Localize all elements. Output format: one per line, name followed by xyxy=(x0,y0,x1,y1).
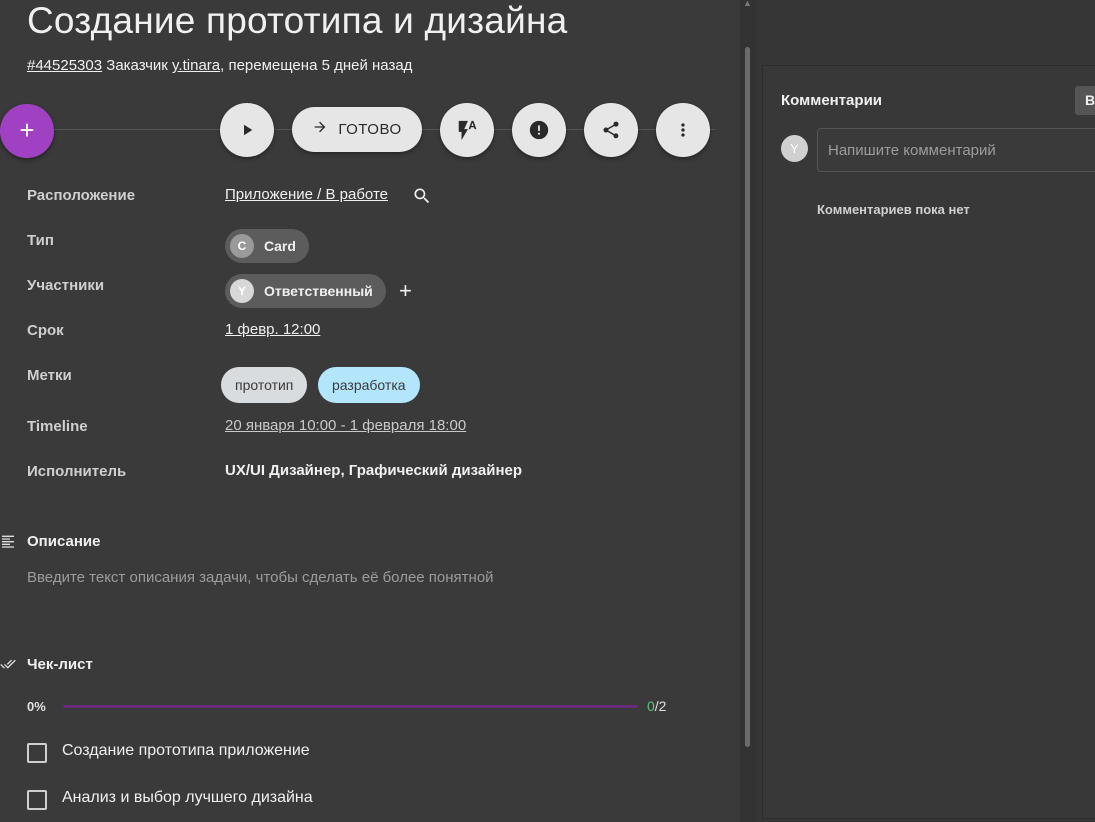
start-button[interactable] xyxy=(220,103,274,157)
checklist-checkbox[interactable] xyxy=(27,790,47,810)
checklist-percent: 0% xyxy=(27,699,46,714)
task-id-link[interactable]: #44525303 xyxy=(27,57,102,74)
flash-auto-icon xyxy=(458,120,477,141)
more-vert-icon xyxy=(681,123,685,137)
type-chip[interactable]: C Card xyxy=(225,229,309,263)
comment-input[interactable] xyxy=(817,128,1095,172)
member-chip-label: Ответственный xyxy=(264,283,373,299)
scroll-up-arrow-icon[interactable]: ▲ xyxy=(743,0,752,8)
priority-button[interactable] xyxy=(512,103,566,157)
deadline-link[interactable]: 1 февр. 12:00 xyxy=(225,321,320,338)
tags-label: Метки xyxy=(27,367,72,384)
checklist-checkbox[interactable] xyxy=(27,743,47,763)
members-label: Участники xyxy=(27,277,105,294)
checklist-progress-bar xyxy=(63,705,638,708)
tag-chip[interactable]: разработка xyxy=(318,367,420,403)
assignee-value[interactable]: UX/UI Дизайнер, Графический дизайнер xyxy=(225,462,522,479)
member-chip[interactable]: Y Ответственный xyxy=(225,274,386,308)
comments-title: Комментарии xyxy=(781,92,883,109)
done-button-label: ГОТОВО xyxy=(338,121,402,138)
alert-icon xyxy=(529,120,549,140)
checklist-title: Чек-лист xyxy=(27,656,93,673)
add-member-button[interactable]: + xyxy=(399,278,412,304)
description-title: Описание xyxy=(27,533,101,550)
customer-link[interactable]: y.tinara xyxy=(172,57,220,74)
location-link[interactable]: Приложение / В работе xyxy=(225,186,388,203)
checklist-item-label[interactable]: Анализ и выбор лучшего дизайна xyxy=(62,789,313,807)
search-icon[interactable] xyxy=(412,186,432,211)
subtitle-prefix: Заказчик xyxy=(102,57,173,74)
checklist-total: /2 xyxy=(654,698,667,714)
more-button[interactable] xyxy=(656,103,710,157)
deadline-label: Срок xyxy=(27,322,64,339)
type-chip-label: Card xyxy=(264,238,296,254)
subtitle-suffix: , перемещена 5 дней назад xyxy=(220,57,413,74)
task-subtitle: #44525303 Заказчик y.tinara, перемещена … xyxy=(27,57,412,74)
checklist-done-count: 0 xyxy=(647,698,655,714)
comments-toggle-button[interactable]: В xyxy=(1075,86,1095,115)
play-icon xyxy=(244,124,253,136)
assignee-label: Исполнитель xyxy=(27,463,127,480)
comments-empty-text: Комментариев пока нет xyxy=(817,202,970,217)
share-button[interactable] xyxy=(584,103,638,157)
share-icon xyxy=(603,121,619,139)
automation-button[interactable] xyxy=(440,103,494,157)
checklist-item-label[interactable]: Создание прототипа приложение xyxy=(62,742,310,760)
scrollbar-thumb[interactable] xyxy=(745,47,750,747)
timeline-label: Timeline xyxy=(27,418,88,435)
done-all-icon xyxy=(0,656,16,676)
member-avatar: Y xyxy=(230,279,254,303)
type-label: Тип xyxy=(27,232,54,249)
page-title: Создание прототипа и дизайна xyxy=(27,0,568,41)
add-button[interactable]: + xyxy=(0,104,54,158)
comments-panel xyxy=(762,65,1095,819)
done-button[interactable]: ГОТОВО xyxy=(292,107,422,152)
checklist-count: 0/2 xyxy=(647,698,666,714)
notes-icon xyxy=(0,533,16,553)
avatar: Y xyxy=(781,135,808,162)
description-input[interactable]: Введите текст описания задачи, чтобы сде… xyxy=(27,569,494,586)
type-avatar: C xyxy=(230,234,254,258)
timeline-link[interactable]: 20 января 10:00 - 1 февраля 18:00 xyxy=(225,417,466,434)
location-label: Расположение xyxy=(27,187,136,204)
arrow-right-icon xyxy=(312,119,328,140)
tag-chip[interactable]: прототип xyxy=(221,367,308,403)
